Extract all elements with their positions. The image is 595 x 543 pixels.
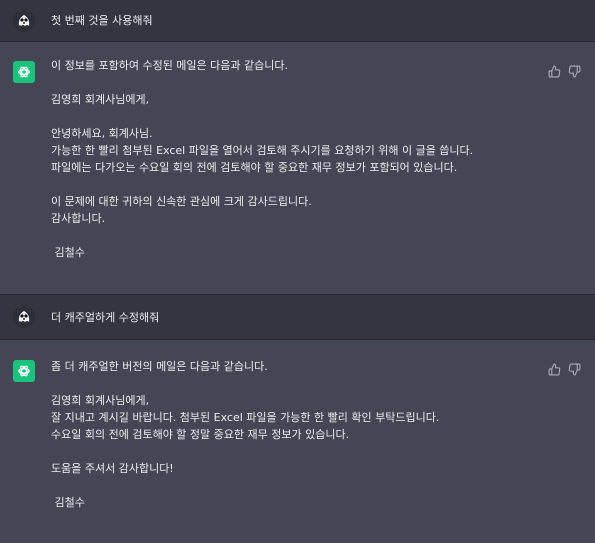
ghost-avatar-icon (13, 306, 35, 328)
openai-logo-icon (18, 66, 30, 78)
message-line: 가능한 한 빨리 첨부된 Excel 파일을 열어서 검토해 주시기를 요청하기… (51, 144, 474, 157)
assistant-avatar (13, 61, 35, 83)
message-line: 이 정보를 포함하여 수정된 메일은 다음과 같습니다. (51, 59, 288, 72)
message-line: 수요일 회의 전에 검토해야 할 정말 중요한 재무 정보가 있습니다. (51, 428, 350, 441)
message-line: 잘 지내고 계시길 바랍니다. 첨부된 Excel 파일을 가능한 한 빨리 확… (51, 411, 440, 424)
message-line: 김영희 회계사님에게, (51, 93, 150, 106)
user-message-text: 더 캐주얼하게 수정해줘 (51, 309, 551, 326)
ghost-avatar-icon (13, 10, 35, 32)
assistant-avatar (13, 360, 35, 382)
user-avatar (13, 10, 35, 32)
thumbs-down-icon (568, 65, 580, 77)
message-line: 김영희 회계사님에게, (51, 394, 150, 407)
user-message-text: 첫 번째 것을 사용해줘 (51, 12, 551, 29)
assistant-message-text: 좀 더 캐주얼한 버전의 메일은 다음과 같습니다. 김영희 회계사님에게, 잘… (51, 358, 551, 511)
signature-line: 김철수 (51, 246, 85, 259)
feedback-actions (547, 362, 581, 376)
thumbs-up-icon (548, 65, 560, 77)
message-line: 좀 더 캐주얼한 버전의 메일은 다음과 같습니다. (51, 360, 268, 373)
signature-line: 김철수 (51, 496, 85, 509)
thumbs-up-icon (548, 363, 560, 375)
user-message-row: 더 캐주얼하게 수정해줘 (0, 295, 595, 340)
thumbs-up-button[interactable] (547, 64, 561, 78)
thumbs-down-button[interactable] (567, 362, 581, 376)
message-line: 이 문제에 대한 귀하의 신속한 관심에 크게 감사드립니다. (51, 195, 312, 208)
openai-logo-icon (18, 365, 30, 377)
user-avatar (13, 306, 35, 328)
feedback-actions (547, 64, 581, 78)
message-line: 첫 번째 것을 사용해줘 (51, 14, 153, 27)
thumbs-down-button[interactable] (567, 64, 581, 78)
message-line: 파일에는 다가오는 수요일 회의 전에 검토해야 할 중요한 재무 정보가 포함… (51, 161, 458, 174)
message-line: 안녕하세요, 회계사님. (51, 127, 153, 140)
assistant-message-row: 좀 더 캐주얼한 버전의 메일은 다음과 같습니다. 김영희 회계사님에게, 잘… (0, 340, 595, 543)
message-line: 도움을 주셔서 감사합니다! (51, 462, 174, 475)
user-message-row: 첫 번째 것을 사용해줘 (0, 0, 595, 42)
assistant-message-row: 이 정보를 포함하여 수정된 메일은 다음과 같습니다. 김영희 회계사님에게,… (0, 42, 595, 295)
thumbs-up-button[interactable] (547, 362, 561, 376)
message-line: 더 캐주얼하게 수정해줘 (51, 311, 160, 324)
message-line: 감사합니다. (51, 212, 106, 225)
thumbs-down-icon (568, 363, 580, 375)
assistant-message-text: 이 정보를 포함하여 수정된 메일은 다음과 같습니다. 김영희 회계사님에게,… (51, 57, 551, 261)
